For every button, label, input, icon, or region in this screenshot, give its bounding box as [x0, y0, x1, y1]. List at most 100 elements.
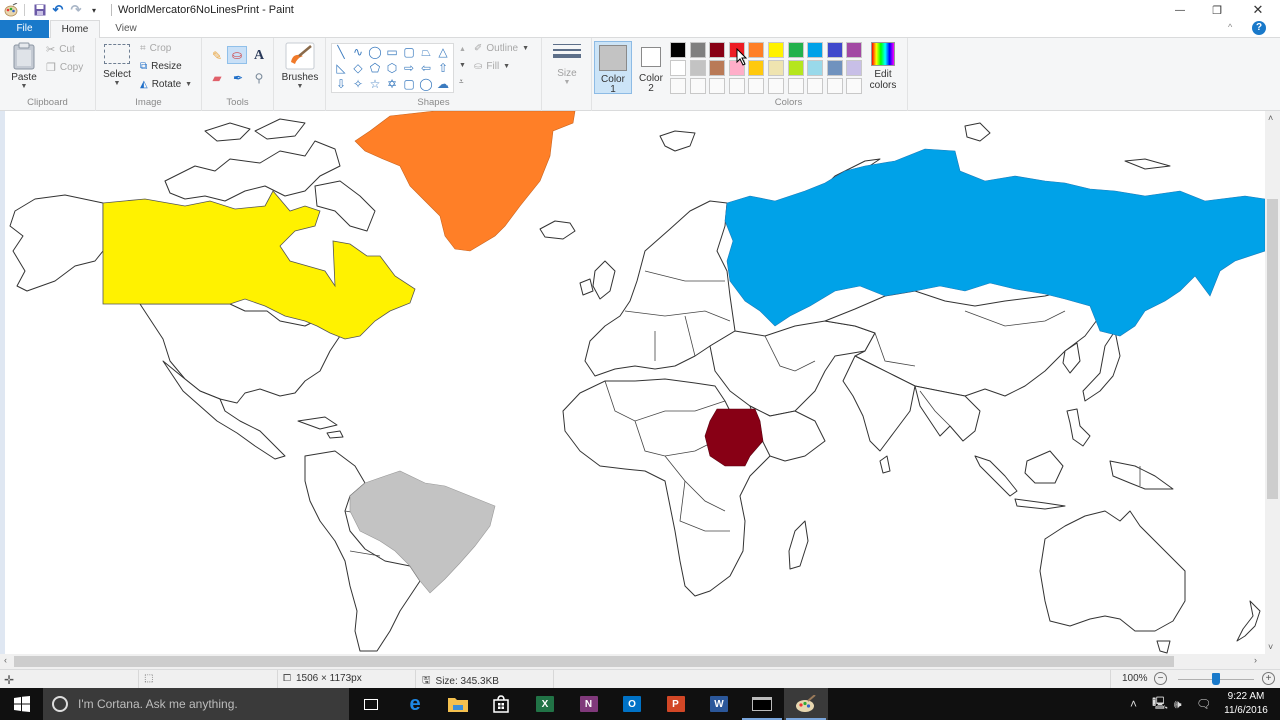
- palette-color-swatch[interactable]: [670, 60, 686, 76]
- hexagon-shape-icon[interactable]: ⬡: [385, 61, 399, 75]
- rectangle-shape-icon[interactable]: ▭: [385, 45, 399, 59]
- palette-color-swatch[interactable]: [846, 60, 863, 76]
- undo-icon[interactable]: ↶: [51, 2, 65, 17]
- custom-color-slot[interactable]: [748, 78, 765, 94]
- paste-button[interactable]: Paste ▼: [6, 42, 42, 90]
- drawing-canvas[interactable]: [5, 111, 1265, 654]
- tab-view[interactable]: View: [104, 20, 148, 38]
- palette-color-swatch[interactable]: [787, 42, 804, 58]
- up-arrow-shape-icon[interactable]: ⇧: [436, 61, 450, 75]
- palette-color-swatch[interactable]: [689, 60, 706, 76]
- zoom-out-button[interactable]: −: [1154, 672, 1167, 685]
- text-tool-icon[interactable]: A: [249, 47, 269, 65]
- line-shape-icon[interactable]: ╲: [334, 45, 348, 59]
- taskbar-paint[interactable]: [784, 688, 828, 720]
- action-center-tray[interactable]: 🗨: [1196, 688, 1211, 720]
- help-icon[interactable]: ?: [1252, 21, 1266, 35]
- color-picker-icon[interactable]: ✒: [228, 69, 248, 87]
- zoom-slider-thumb[interactable]: [1212, 673, 1220, 685]
- custom-color-slot[interactable]: [787, 78, 804, 94]
- brushes-button[interactable]: Brushes ▼: [278, 42, 322, 90]
- diamond-shape-icon[interactable]: ◇: [351, 61, 365, 75]
- six-point-star-shape-icon[interactable]: ✡: [385, 77, 399, 91]
- restore-button[interactable]: ❐: [1197, 0, 1237, 20]
- custom-color-slot[interactable]: [689, 78, 706, 94]
- custom-color-slot[interactable]: [768, 78, 784, 94]
- horizontal-scrollbar[interactable]: ‹ ›: [0, 654, 1280, 669]
- taskbar-onenote[interactable]: N: [567, 688, 611, 720]
- eraser-icon[interactable]: ▰: [207, 69, 227, 87]
- palette-color-swatch[interactable]: [768, 60, 784, 76]
- palette-color-swatch[interactable]: [709, 60, 726, 76]
- left-arrow-shape-icon[interactable]: ⇦: [419, 61, 433, 75]
- polygon-shape-icon[interactable]: ⏢: [419, 45, 433, 59]
- outline-button[interactable]: ✐ Outline ▼: [474, 43, 529, 54]
- oval-shape-icon[interactable]: ◯: [368, 45, 382, 59]
- custom-color-slot[interactable]: [728, 78, 745, 94]
- pentagon-shape-icon[interactable]: ⬠: [368, 61, 382, 75]
- horizontal-scroll-thumb[interactable]: [14, 656, 1174, 667]
- palette-color-swatch[interactable]: [807, 60, 824, 76]
- shapes-scroll-up-icon[interactable]: ▲: [459, 46, 466, 53]
- palette-color-swatch[interactable]: [768, 42, 784, 58]
- taskbar-word[interactable]: W: [697, 688, 741, 720]
- volume-tray[interactable]: 🕪: [1174, 688, 1182, 720]
- curve-shape-icon[interactable]: ∿: [351, 45, 365, 59]
- system-clock[interactable]: 9:22 AM 11/6/2016: [1218, 690, 1274, 718]
- taskbar-outlook[interactable]: O: [610, 688, 654, 720]
- five-point-star-shape-icon[interactable]: ☆: [368, 77, 382, 91]
- zoom-in-button[interactable]: +: [1262, 672, 1275, 685]
- tab-file[interactable]: File: [0, 20, 49, 38]
- shapes-expand-icon[interactable]: ⩡: [459, 77, 464, 87]
- palette-color-swatch[interactable]: [807, 42, 824, 58]
- custom-color-slot[interactable]: [826, 78, 843, 94]
- scroll-left-icon[interactable]: ‹: [4, 655, 7, 665]
- rotate-button[interactable]: ◭ Rotate ▼: [140, 79, 192, 90]
- cloud-callout-shape-icon[interactable]: ☁: [436, 77, 450, 91]
- save-icon[interactable]: [33, 3, 47, 17]
- customize-qat-icon[interactable]: ▾: [87, 3, 101, 17]
- tab-home[interactable]: Home: [50, 20, 100, 39]
- palette-color-swatch[interactable]: [709, 42, 726, 58]
- taskbar-edge[interactable]: e: [393, 688, 437, 720]
- size-button[interactable]: Size ▼: [550, 44, 584, 86]
- zoom-slider[interactable]: [1178, 673, 1254, 685]
- show-hidden-icons[interactable]: ˄: [1130, 688, 1137, 720]
- network-tray[interactable]: 🖳: [1152, 688, 1168, 720]
- cortana-search-box[interactable]: I'm Cortana. Ask me anything.: [43, 688, 349, 720]
- rounded-callout-shape-icon[interactable]: ▢: [402, 77, 416, 91]
- down-arrow-shape-icon[interactable]: ⇩: [334, 77, 348, 91]
- edit-colors-button[interactable]: Edit colors: [866, 42, 900, 91]
- palette-color-swatch[interactable]: [670, 42, 686, 58]
- custom-color-slot[interactable]: [709, 78, 726, 94]
- scroll-up-icon[interactable]: ˄: [1268, 113, 1273, 123]
- palette-color-swatch[interactable]: [826, 60, 843, 76]
- four-point-star-shape-icon[interactable]: ✧: [351, 77, 365, 91]
- taskbar-file-explorer[interactable]: [436, 688, 480, 720]
- copy-button[interactable]: ❐ Copy: [46, 61, 83, 74]
- palette-color-swatch[interactable]: [748, 60, 765, 76]
- taskbar-excel[interactable]: X: [523, 688, 567, 720]
- custom-color-slot[interactable]: [670, 78, 686, 94]
- taskbar-command-prompt[interactable]: [740, 688, 784, 720]
- taskbar-powerpoint[interactable]: P: [654, 688, 698, 720]
- select-button[interactable]: Select ▼: [100, 44, 134, 87]
- redo-icon[interactable]: ↷: [69, 2, 83, 17]
- scroll-down-icon[interactable]: ˅: [1268, 642, 1273, 652]
- cut-button[interactable]: ✂ Cut: [46, 43, 75, 56]
- magnifier-icon[interactable]: ⚲: [249, 69, 269, 87]
- palette-color-swatch[interactable]: [748, 42, 765, 58]
- scroll-right-icon[interactable]: ›: [1254, 655, 1257, 665]
- palette-color-swatch[interactable]: [826, 42, 843, 58]
- rounded-rectangle-shape-icon[interactable]: ▢: [402, 45, 416, 59]
- right-arrow-shape-icon[interactable]: ⇨: [402, 61, 416, 75]
- custom-color-slot[interactable]: [807, 78, 824, 94]
- oval-callout-shape-icon[interactable]: ◯: [419, 77, 433, 91]
- close-button[interactable]: ✕: [1238, 0, 1278, 20]
- taskbar-store[interactable]: [479, 688, 523, 720]
- palette-color-swatch[interactable]: [846, 42, 863, 58]
- vertical-scrollbar[interactable]: ˄ ˅: [1265, 111, 1280, 654]
- minimize-button[interactable]: —: [1160, 0, 1200, 20]
- triangle-shape-icon[interactable]: △: [436, 45, 450, 59]
- crop-button[interactable]: ⌗ Crop: [140, 43, 171, 54]
